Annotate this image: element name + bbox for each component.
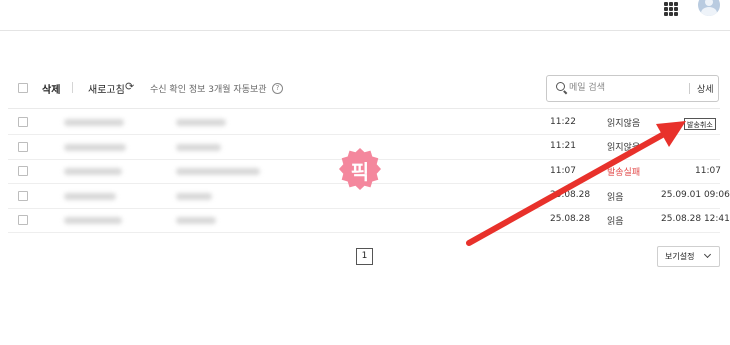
- mail-search-box[interactable]: 상세: [546, 75, 719, 102]
- table-row[interactable]: 11:22 읽지않음: [8, 110, 720, 135]
- select-all-checkbox[interactable]: [18, 83, 28, 93]
- sent-time: 25.08.28: [550, 214, 591, 224]
- retention-info-text: 수신 확인 정보 3개월 자동보관: [150, 85, 267, 95]
- chevron-down-icon: [703, 250, 712, 259]
- delete-button[interactable]: 삭제: [42, 81, 60, 96]
- row-checkbox[interactable]: [18, 191, 28, 201]
- sent-time: 11:07: [550, 166, 576, 176]
- table-row[interactable]: 25.08.28 읽음 25.08.28 12:41: [8, 208, 730, 233]
- table-top-border: [8, 108, 720, 109]
- search-input[interactable]: [569, 80, 679, 96]
- recipient-redacted: [64, 193, 116, 200]
- row-checkbox[interactable]: [18, 215, 28, 225]
- row-checkbox[interactable]: [18, 166, 28, 176]
- help-icon[interactable]: ?: [272, 83, 283, 94]
- row-checkbox[interactable]: [18, 142, 28, 152]
- subject-redacted: [176, 217, 216, 224]
- recipient-redacted: [64, 217, 122, 224]
- toolbar-divider: [72, 82, 73, 93]
- pick-badge: 픽: [338, 147, 382, 191]
- read-status: 읽지않음: [607, 143, 641, 153]
- subject-redacted: [176, 168, 260, 175]
- cancel-send-button[interactable]: 발송취소: [684, 118, 716, 130]
- read-time: 11:07: [695, 166, 721, 176]
- subject-redacted: [176, 144, 221, 151]
- sent-time: 25.08.28: [550, 190, 591, 200]
- read-status: 읽음: [607, 217, 624, 227]
- read-time: 25.08.28 12:41: [661, 214, 730, 224]
- read-time: 25.09.01 09:06: [661, 190, 730, 200]
- badge-text: 픽: [350, 160, 370, 184]
- refresh-button[interactable]: 새로고침: [88, 81, 125, 96]
- recipient-redacted: [64, 119, 124, 126]
- avatar[interactable]: [698, 0, 720, 16]
- top-bar: [0, 0, 730, 31]
- apps-grid-icon[interactable]: [664, 2, 678, 16]
- sent-time: 11:22: [550, 117, 576, 127]
- subject-redacted: [176, 119, 226, 126]
- search-detail-button[interactable]: 상세: [697, 82, 714, 95]
- page-button-current[interactable]: 1: [356, 248, 373, 265]
- refresh-icon[interactable]: ⟳: [125, 80, 134, 93]
- view-settings-label: 보기설정: [665, 252, 695, 261]
- subject-redacted: [176, 193, 212, 200]
- search-divider: [689, 83, 690, 94]
- search-icon[interactable]: [556, 82, 565, 91]
- read-status: 발송실패: [607, 168, 641, 178]
- view-settings-dropdown[interactable]: 보기설정: [657, 246, 720, 267]
- read-status: 읽지않음: [607, 119, 641, 129]
- sent-time: 11:21: [550, 141, 576, 151]
- recipient-redacted: [64, 168, 122, 175]
- recipient-redacted: [64, 144, 126, 151]
- read-status: 읽음: [607, 193, 624, 203]
- row-checkbox[interactable]: [18, 117, 28, 127]
